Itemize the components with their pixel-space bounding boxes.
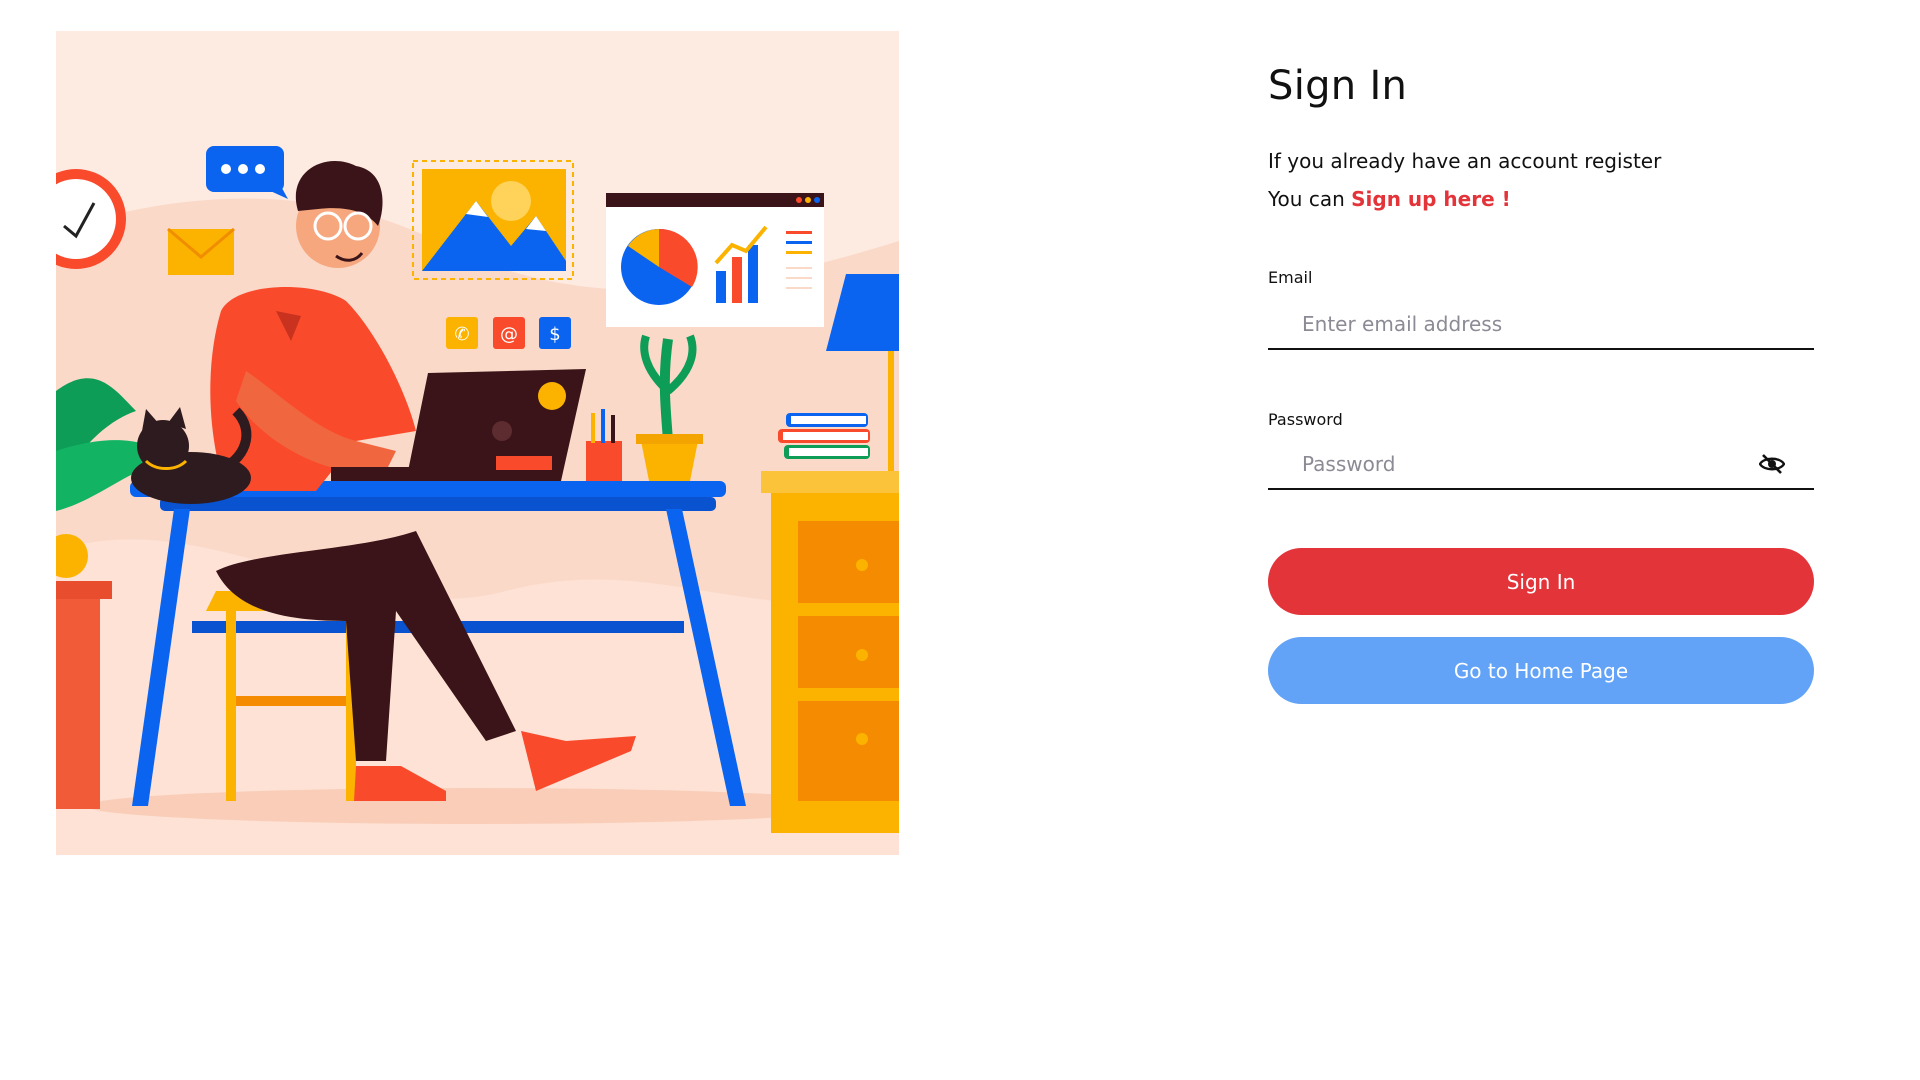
chat-bubble-icon <box>206 146 288 199</box>
illustration-svg: ✆ @ $ <box>56 146 899 855</box>
password-input[interactable] <box>1268 440 1814 488</box>
dollar-icon: $ <box>539 317 571 349</box>
email-input[interactable] <box>1268 300 1814 348</box>
password-input-wrapper <box>1268 440 1814 490</box>
picture-frame-icon <box>412 160 574 280</box>
phone-icon: ✆ <box>446 317 478 349</box>
svg-text:$: $ <box>549 324 560 345</box>
subtitle-text: If you already have an account register <box>1268 149 1662 173</box>
password-field-group: Password <box>1268 410 1814 490</box>
signup-prompt: You can Sign up here ! <box>1268 186 1814 212</box>
password-label: Password <box>1268 410 1343 429</box>
books-icon <box>778 413 870 459</box>
home-page-button[interactable]: Go to Home Page <box>1268 637 1814 704</box>
floor-shadow <box>86 788 866 824</box>
svg-text:✆: ✆ <box>454 324 469 345</box>
hero-illustration: ✆ @ $ <box>56 31 899 855</box>
email-label: Email <box>1268 268 1313 287</box>
email-field-group: Email <box>1268 268 1814 350</box>
at-sign-icon: @ <box>493 317 525 349</box>
signup-link[interactable]: Sign up here ! <box>1351 187 1511 211</box>
signin-form: Sign In If you already have an account r… <box>1268 60 1814 704</box>
page-title: Sign In <box>1268 63 1408 109</box>
email-input-wrapper <box>1268 300 1814 350</box>
svg-text:@: @ <box>500 324 518 345</box>
signup-prompt-prefix: You can <box>1268 187 1352 211</box>
mail-icon <box>167 227 235 275</box>
dashboard-window-icon <box>606 193 824 327</box>
drawer-cabinet-icon <box>761 471 899 833</box>
signin-button[interactable]: Sign In <box>1268 548 1814 615</box>
eye-slash-icon[interactable] <box>1758 452 1786 476</box>
